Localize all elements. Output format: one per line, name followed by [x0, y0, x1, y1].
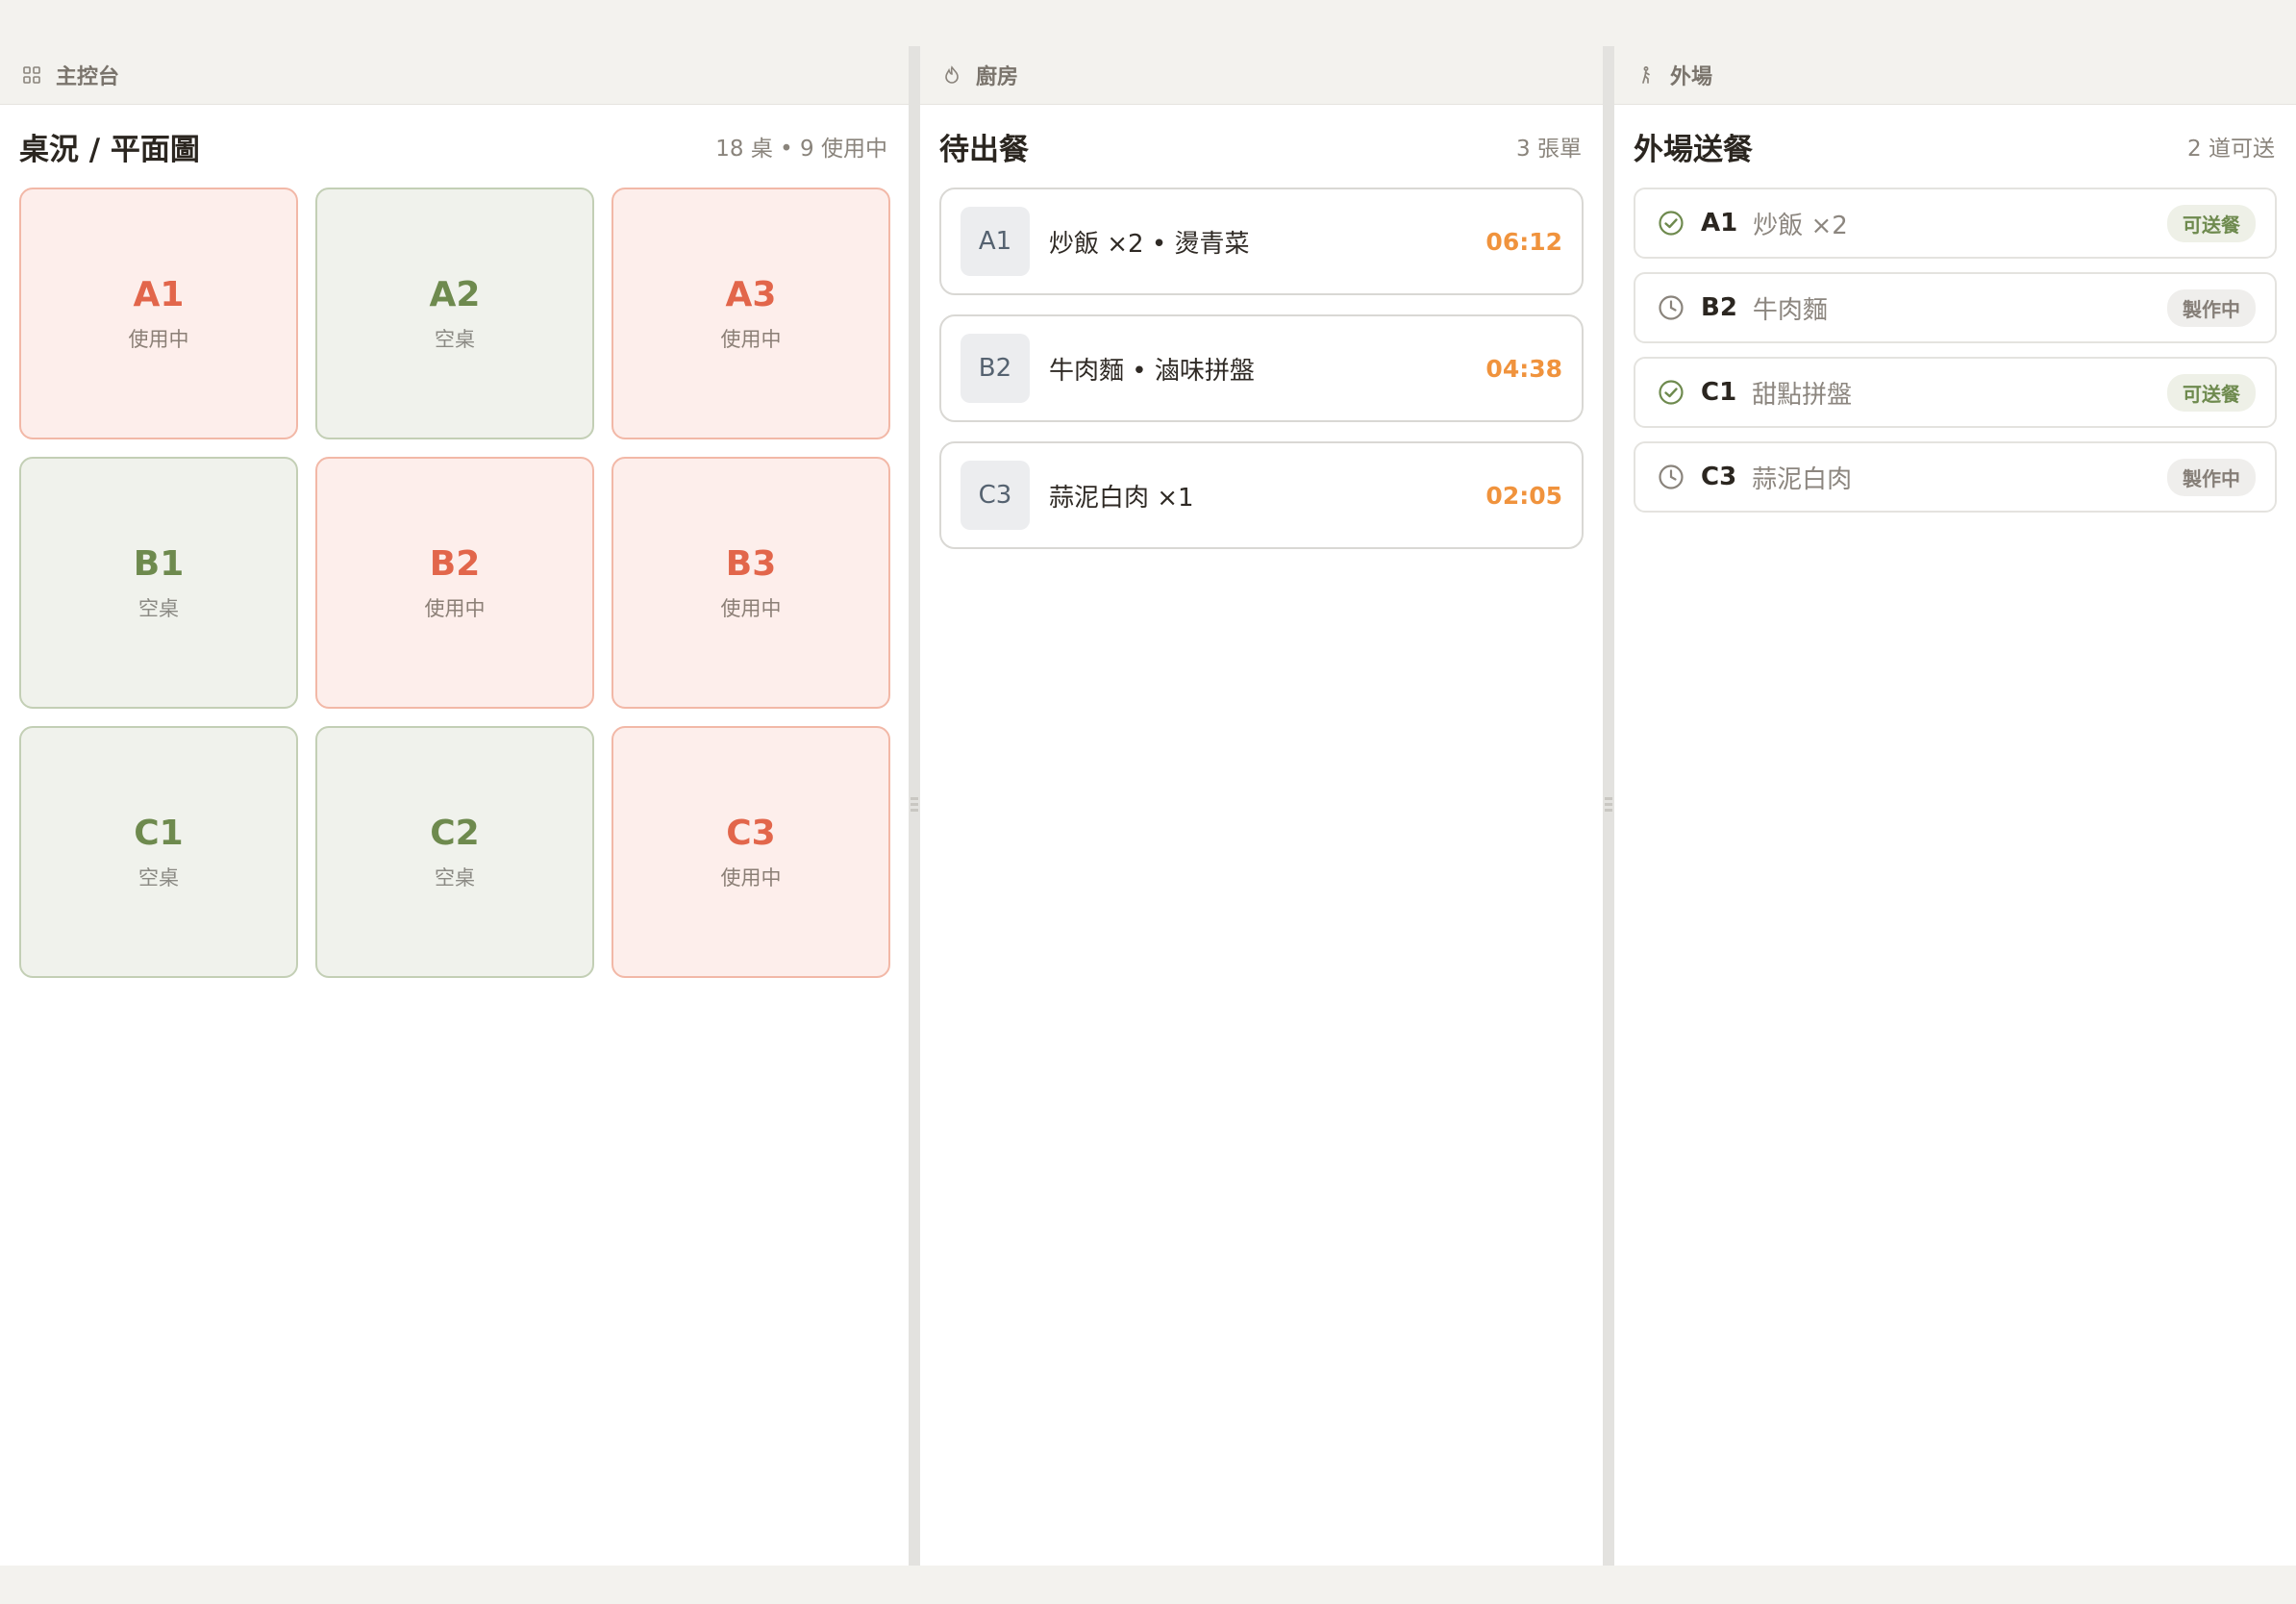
order-timer: 04:38: [1485, 354, 1562, 383]
table-card[interactable]: B2 使用中: [315, 457, 594, 709]
order-ticket[interactable]: C3 蒜泥白肉 ×1 02:05: [939, 441, 1584, 549]
table-status: 空桌: [138, 865, 179, 890]
dashboard-pane: 主控台 桌況 / 平面圖 18 桌 • 9 使用中 A1 使用中 A2 空桌 A3 使…: [0, 46, 909, 1566]
pane-resize-handle[interactable]: [909, 46, 920, 1566]
table-card[interactable]: B1 空桌: [19, 457, 298, 709]
table-card[interactable]: B3 使用中: [611, 457, 890, 709]
kitchen-summary: 3 張單: [1516, 137, 1582, 162]
table-code: A3: [725, 274, 777, 314]
table-card[interactable]: A2 空桌: [315, 188, 594, 439]
order-table-badge: C3: [961, 461, 1030, 530]
order-list: A1 炒飯 ×2 • 燙青菜 06:12 B2 牛肉麵 • 滷味拼盤 04:38…: [920, 188, 1603, 549]
floor-title: 外場送餐: [1634, 132, 1753, 167]
kitchen-tab-label: 廚房: [976, 65, 1019, 89]
delivery-table: A1: [1701, 209, 1738, 238]
clock-icon: [1657, 463, 1685, 491]
dashboard-title: 桌況 / 平面圖: [19, 132, 200, 167]
table-code: C3: [726, 813, 776, 853]
table-code: C1: [134, 813, 184, 853]
status-badge: 製作中: [2167, 458, 2256, 496]
table-status: 使用中: [720, 865, 782, 890]
order-timer: 02:05: [1485, 481, 1562, 510]
grip-icon: [1603, 794, 1614, 817]
table-card[interactable]: C2 空桌: [315, 726, 594, 978]
person-walking-icon: [1635, 64, 1657, 86]
delivery-item: 炒飯 ×2: [1753, 211, 1848, 240]
table-code: B3: [725, 543, 777, 584]
table-card[interactable]: C1 空桌: [19, 726, 298, 978]
floor-header: 外場送餐 2 道可送: [1614, 105, 2296, 188]
grid-icon: [21, 64, 42, 86]
flame-icon: [941, 64, 962, 86]
delivery-table: B2: [1701, 293, 1737, 322]
status-badge: 可送餐: [2167, 204, 2256, 242]
order-table-badge: A1: [961, 207, 1030, 276]
kitchen-header: 待出餐 3 張單: [920, 105, 1603, 188]
table-code: B1: [133, 543, 185, 584]
table-card[interactable]: C3 使用中: [611, 726, 890, 978]
table-card[interactable]: A3 使用中: [611, 188, 890, 439]
status-badge: 製作中: [2167, 288, 2256, 327]
dashboard-summary: 18 桌 • 9 使用中: [715, 137, 887, 162]
order-ticket[interactable]: B2 牛肉麵 • 滷味拼盤 04:38: [939, 314, 1584, 422]
pane-resize-handle[interactable]: [1603, 46, 1614, 1566]
order-table-badge: B2: [961, 334, 1030, 403]
floor-pane: 外場 外場送餐 2 道可送 A1 炒飯 ×2 可送餐 B2 牛肉麵 製作中 C1…: [1614, 46, 2296, 1566]
delivery-item: 蒜泥白肉: [1752, 464, 1853, 494]
delivery-row[interactable]: B2 牛肉麵 製作中: [1634, 272, 2277, 343]
kitchen-title: 待出餐: [939, 132, 1029, 167]
floor-summary: 2 道可送: [2187, 137, 2275, 162]
table-status: 使用中: [128, 327, 189, 351]
order-items: 蒜泥白肉 ×1: [1049, 483, 1194, 513]
delivery-row[interactable]: A1 炒飯 ×2 可送餐: [1634, 188, 2277, 259]
delivery-row[interactable]: C1 甜點拼盤 可送餐: [1634, 357, 2277, 428]
order-ticket[interactable]: A1 炒飯 ×2 • 燙青菜 06:12: [939, 188, 1584, 295]
table-status: 空桌: [435, 327, 475, 351]
table-status: 使用中: [720, 327, 782, 351]
table-code: C2: [430, 813, 480, 853]
clock-icon: [1657, 293, 1685, 322]
table-code: B2: [429, 543, 481, 584]
table-status: 使用中: [720, 596, 782, 620]
delivery-item: 牛肉麵: [1752, 295, 1828, 325]
dashboard-header: 桌況 / 平面圖 18 桌 • 9 使用中: [0, 105, 909, 188]
delivery-row[interactable]: C3 蒜泥白肉 製作中: [1634, 441, 2277, 513]
table-code: A1: [133, 274, 185, 314]
check-circle-icon: [1657, 378, 1685, 407]
delivery-table: C3: [1701, 463, 1737, 491]
dashboard-tab[interactable]: 主控台: [0, 46, 909, 105]
delivery-table: C1: [1701, 378, 1737, 407]
table-grid: A1 使用中 A2 空桌 A3 使用中 B1 空桌 B2 使用中 B3 使用中 C1 空桌 C…: [0, 188, 909, 978]
order-items: 炒飯 ×2 • 燙青菜: [1049, 229, 1250, 259]
order-timer: 06:12: [1485, 227, 1562, 256]
grip-icon: [909, 794, 920, 817]
dashboard-tab-label: 主控台: [56, 65, 120, 89]
delivery-item: 甜點拼盤: [1752, 380, 1853, 410]
check-circle-icon: [1657, 209, 1685, 238]
table-status: 空桌: [138, 596, 179, 620]
floor-tab[interactable]: 外場: [1614, 46, 2296, 105]
kitchen-pane: 廚房 待出餐 3 張單 A1 炒飯 ×2 • 燙青菜 06:12 B2 牛肉麵 …: [920, 46, 1603, 1566]
table-card[interactable]: A1 使用中: [19, 188, 298, 439]
kitchen-tab[interactable]: 廚房: [920, 46, 1603, 105]
table-status: 使用中: [424, 596, 486, 620]
table-code: A2: [429, 274, 481, 314]
table-status: 空桌: [435, 865, 475, 890]
status-badge: 可送餐: [2167, 373, 2256, 412]
order-items: 牛肉麵 • 滷味拼盤: [1049, 356, 1255, 386]
delivery-list: A1 炒飯 ×2 可送餐 B2 牛肉麵 製作中 C1 甜點拼盤 可送餐 C3 蒜…: [1614, 188, 2296, 513]
floor-tab-label: 外場: [1670, 65, 1713, 89]
